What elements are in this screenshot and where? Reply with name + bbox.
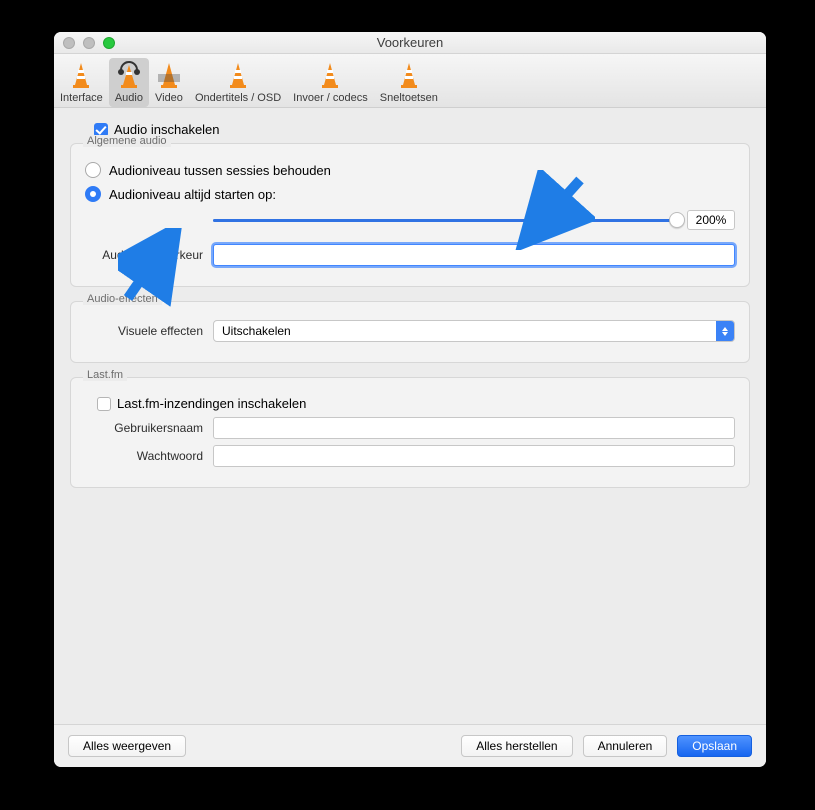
chevron-updown-icon: [716, 321, 734, 341]
audio-effects-legend: Audio-effecten: [83, 293, 162, 305]
toolbar-label: Invoer / codecs: [293, 92, 368, 104]
toolbar-label: Audio: [115, 92, 143, 104]
preferences-toolbar: Interface Audio Video Ondertitels / OSD …: [54, 54, 766, 108]
tab-hotkeys[interactable]: Sneltoetsen: [374, 58, 444, 107]
toolbar-label: Interface: [60, 92, 103, 104]
minimize-icon[interactable]: [83, 37, 95, 49]
radio-start-level-row: Audioniveau altijd starten op:: [85, 186, 735, 202]
audio-language-row: Audiotaal-voorkeur: [85, 244, 735, 266]
close-icon[interactable]: [63, 37, 75, 49]
audio-language-input[interactable]: [213, 244, 735, 266]
volume-slider[interactable]: [213, 212, 677, 228]
cone-icon: [67, 60, 95, 90]
save-button[interactable]: Opslaan: [677, 735, 752, 757]
radio-start-level-label: Audioniveau altijd starten op:: [109, 187, 276, 202]
lastfm-username-input[interactable]: [213, 417, 735, 439]
tab-video[interactable]: Video: [149, 58, 189, 107]
toolbar-label: Video: [155, 92, 183, 104]
window-title: Voorkeuren: [377, 35, 444, 50]
lastfm-username-label: Gebruikersnaam: [85, 421, 203, 435]
zoom-icon[interactable]: [103, 37, 115, 49]
lastfm-password-label: Wachtwoord: [85, 449, 203, 463]
lastfm-enable-checkbox[interactable]: [97, 397, 111, 411]
audio-language-label: Audiotaal-voorkeur: [85, 248, 203, 262]
tab-subtitles[interactable]: Ondertitels / OSD: [189, 58, 287, 107]
tab-input-codecs[interactable]: Invoer / codecs: [287, 58, 374, 107]
general-audio-legend: Algemene audio: [83, 135, 171, 147]
lastfm-password-input[interactable]: [213, 445, 735, 467]
reset-all-button[interactable]: Alles herstellen: [461, 735, 572, 757]
radio-keep-level-label: Audioniveau tussen sessies behouden: [109, 163, 331, 178]
toolbar-label: Ondertitels / OSD: [195, 92, 281, 104]
preferences-window: Voorkeuren Interface Audio Video Onderti…: [54, 32, 766, 767]
tab-audio[interactable]: Audio: [109, 58, 149, 107]
toolbar-label: Sneltoetsen: [380, 92, 438, 104]
volume-percent: 200%: [687, 210, 735, 230]
lastfm-enable-row: Last.fm-inzendingen inschakelen: [97, 396, 735, 411]
enable-audio-row: Audio inschakelen: [94, 122, 750, 137]
cone-icon: [224, 60, 252, 90]
show-all-button[interactable]: Alles weergeven: [68, 735, 186, 757]
window-controls: [63, 37, 115, 49]
titlebar: Voorkeuren: [54, 32, 766, 54]
audio-preferences-panel: Audio inschakelen Algemene audio Audioni…: [54, 108, 766, 724]
general-audio-group: Algemene audio Audioniveau tussen sessie…: [70, 143, 750, 287]
footer: Alles weergeven Alles herstellen Annuler…: [54, 724, 766, 767]
cone-icon: [316, 60, 344, 90]
cone-headphones-icon: [115, 60, 143, 90]
lastfm-legend: Last.fm: [83, 369, 127, 381]
cancel-button[interactable]: Annuleren: [583, 735, 668, 757]
visual-effects-row: Visuele effecten Uitschakelen: [85, 320, 735, 342]
visual-effects-select[interactable]: Uitschakelen: [213, 320, 735, 342]
radio-keep-level-row: Audioniveau tussen sessies behouden: [85, 162, 735, 178]
visual-effects-label: Visuele effecten: [85, 324, 203, 338]
cone-icon: [395, 60, 423, 90]
lastfm-username-row: Gebruikersnaam: [85, 417, 735, 439]
radio-start-level[interactable]: [85, 186, 101, 202]
volume-slider-row: 200%: [85, 210, 735, 230]
cone-film-icon: [155, 60, 183, 90]
lastfm-enable-label: Last.fm-inzendingen inschakelen: [117, 396, 306, 411]
lastfm-group: Last.fm Last.fm-inzendingen inschakelen …: [70, 377, 750, 488]
radio-keep-level[interactable]: [85, 162, 101, 178]
visual-effects-value: Uitschakelen: [222, 324, 291, 338]
audio-effects-group: Audio-effecten Visuele effecten Uitschak…: [70, 301, 750, 363]
lastfm-password-row: Wachtwoord: [85, 445, 735, 467]
tab-interface[interactable]: Interface: [54, 58, 109, 107]
